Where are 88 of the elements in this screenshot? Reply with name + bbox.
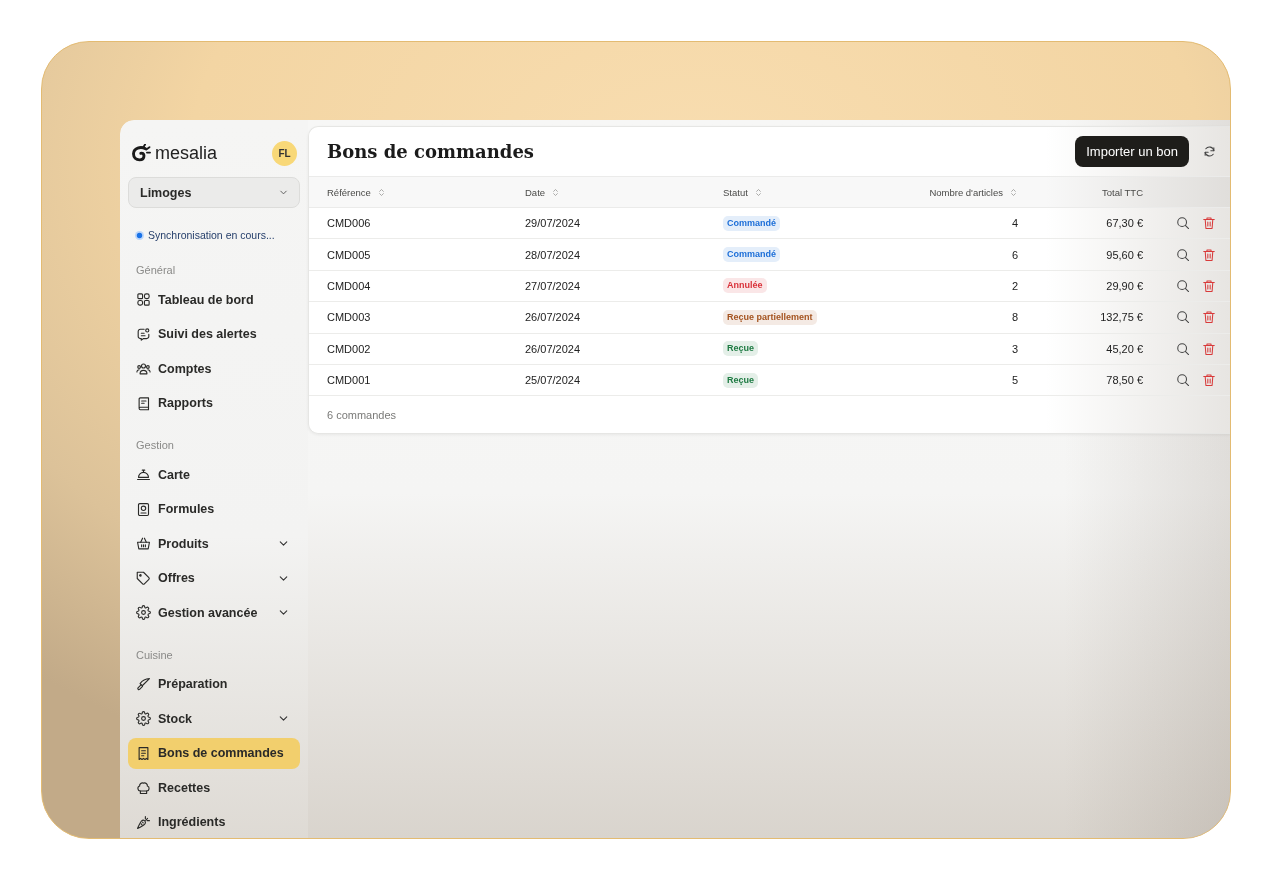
order-date: 26/07/2024 — [525, 342, 582, 355]
receipt-icon — [136, 745, 151, 761]
order-total: 29,90 € — [1106, 279, 1143, 292]
nav-item[interactable]: Stock — [128, 703, 300, 734]
section-title: Cuisine — [135, 647, 174, 663]
column-header: Total TTC — [1102, 186, 1143, 198]
trash-icon[interactable] — [1202, 247, 1216, 262]
nav-item[interactable]: Comptes — [128, 353, 300, 384]
book-icon — [136, 395, 151, 411]
order-total: 45,20 € — [1106, 342, 1143, 355]
order-count: 6 commandes — [327, 408, 397, 421]
status-badge: Reçue partiellement — [723, 309, 817, 325]
nav-item[interactable]: Recettes — [128, 772, 300, 803]
message-dot-icon — [136, 326, 151, 342]
nav-item[interactable]: Rapports — [128, 387, 300, 419]
nav-item[interactable]: Gestion avancée — [128, 597, 300, 628]
order-date: 25/07/2024 — [525, 374, 582, 387]
search-icon[interactable] — [1176, 310, 1190, 325]
item-count: 4 — [1011, 217, 1018, 230]
order-reference: CMD005 — [327, 248, 372, 261]
column-header[interactable]: Nombre d'articles — [929, 186, 1003, 198]
column-header[interactable]: Date — [525, 186, 546, 198]
order-date: 28/07/2024 — [525, 248, 582, 261]
basket-icon — [136, 536, 151, 551]
section-title: Gestion — [135, 438, 175, 453]
search-icon[interactable] — [1176, 216, 1190, 231]
order-total: 67,30 € — [1106, 217, 1143, 230]
status-badge: Commandé — [723, 215, 780, 231]
notebook-icon — [136, 501, 151, 517]
order-reference: CMD004 — [327, 279, 372, 292]
gear-icon — [136, 605, 151, 620]
column-header[interactable]: Statut — [723, 186, 748, 198]
search-icon[interactable] — [1176, 247, 1190, 262]
logo-icon — [131, 144, 151, 162]
nav-item[interactable]: Produits — [128, 528, 300, 559]
users-icon — [136, 361, 151, 376]
order-date: 26/07/2024 — [525, 311, 582, 324]
cloche-icon — [136, 467, 151, 482]
order-total: 132,75 € — [1100, 311, 1143, 324]
gear-icon — [136, 711, 151, 726]
location-select[interactable]: Limoges — [128, 177, 300, 208]
user-avatar[interactable]: FL — [272, 140, 297, 166]
order-total: 95,60 € — [1106, 248, 1143, 261]
nav-item[interactable]: Tableau de bord — [128, 284, 300, 315]
section-title: Général — [135, 263, 177, 278]
status-badge: Annulée — [723, 278, 767, 294]
trash-icon[interactable] — [1202, 278, 1216, 293]
trash-icon[interactable] — [1202, 310, 1216, 325]
nav-item[interactable]: Offres — [128, 562, 300, 594]
nav-item[interactable]: Préparation — [128, 668, 300, 700]
sync-status-icon — [135, 230, 144, 240]
tag-icon — [136, 570, 151, 586]
search-icon[interactable] — [1176, 373, 1190, 388]
trash-icon[interactable] — [1202, 216, 1216, 231]
brand-name: mesalia — [155, 143, 219, 163]
grid-icon — [136, 292, 151, 307]
order-total: 78,50 € — [1106, 374, 1143, 387]
item-count: 3 — [1011, 342, 1018, 355]
knife-icon — [136, 676, 151, 692]
nav-item[interactable]: Suivi des alertes — [128, 318, 300, 350]
page-title: Bons de commandes — [327, 141, 535, 162]
import-button[interactable]: Importer un bon — [1075, 136, 1189, 167]
nav-item[interactable]: Ingrédients — [128, 806, 300, 838]
sync-status: Synchronisation en cours... — [148, 229, 275, 241]
column-header[interactable]: Référence — [327, 186, 371, 198]
order-date: 27/07/2024 — [525, 279, 582, 292]
item-count: 8 — [1011, 311, 1018, 324]
item-count: 5 — [1011, 374, 1018, 387]
chef-hat-icon — [136, 780, 151, 795]
order-reference: CMD001 — [327, 374, 372, 387]
carrot-icon — [136, 814, 151, 830]
trash-icon[interactable] — [1202, 373, 1216, 388]
search-icon[interactable] — [1176, 341, 1190, 356]
search-icon[interactable] — [1176, 278, 1190, 293]
order-date: 29/07/2024 — [525, 217, 582, 230]
status-badge: Reçue — [723, 341, 758, 357]
nav-item[interactable]: Carte — [128, 459, 300, 490]
order-reference: CMD002 — [327, 342, 372, 355]
trash-icon[interactable] — [1202, 341, 1216, 356]
order-reference: CMD003 — [327, 311, 372, 324]
status-badge: Commandé — [723, 247, 780, 263]
item-count: 2 — [1011, 279, 1018, 292]
status-badge: Reçue — [723, 372, 758, 388]
item-count: 6 — [1011, 248, 1018, 261]
refresh-icon[interactable] — [1203, 145, 1216, 158]
nav-item[interactable]: Bons de commandes — [128, 737, 300, 769]
order-reference: CMD006 — [327, 217, 372, 230]
nav-item[interactable]: Formules — [128, 493, 300, 525]
